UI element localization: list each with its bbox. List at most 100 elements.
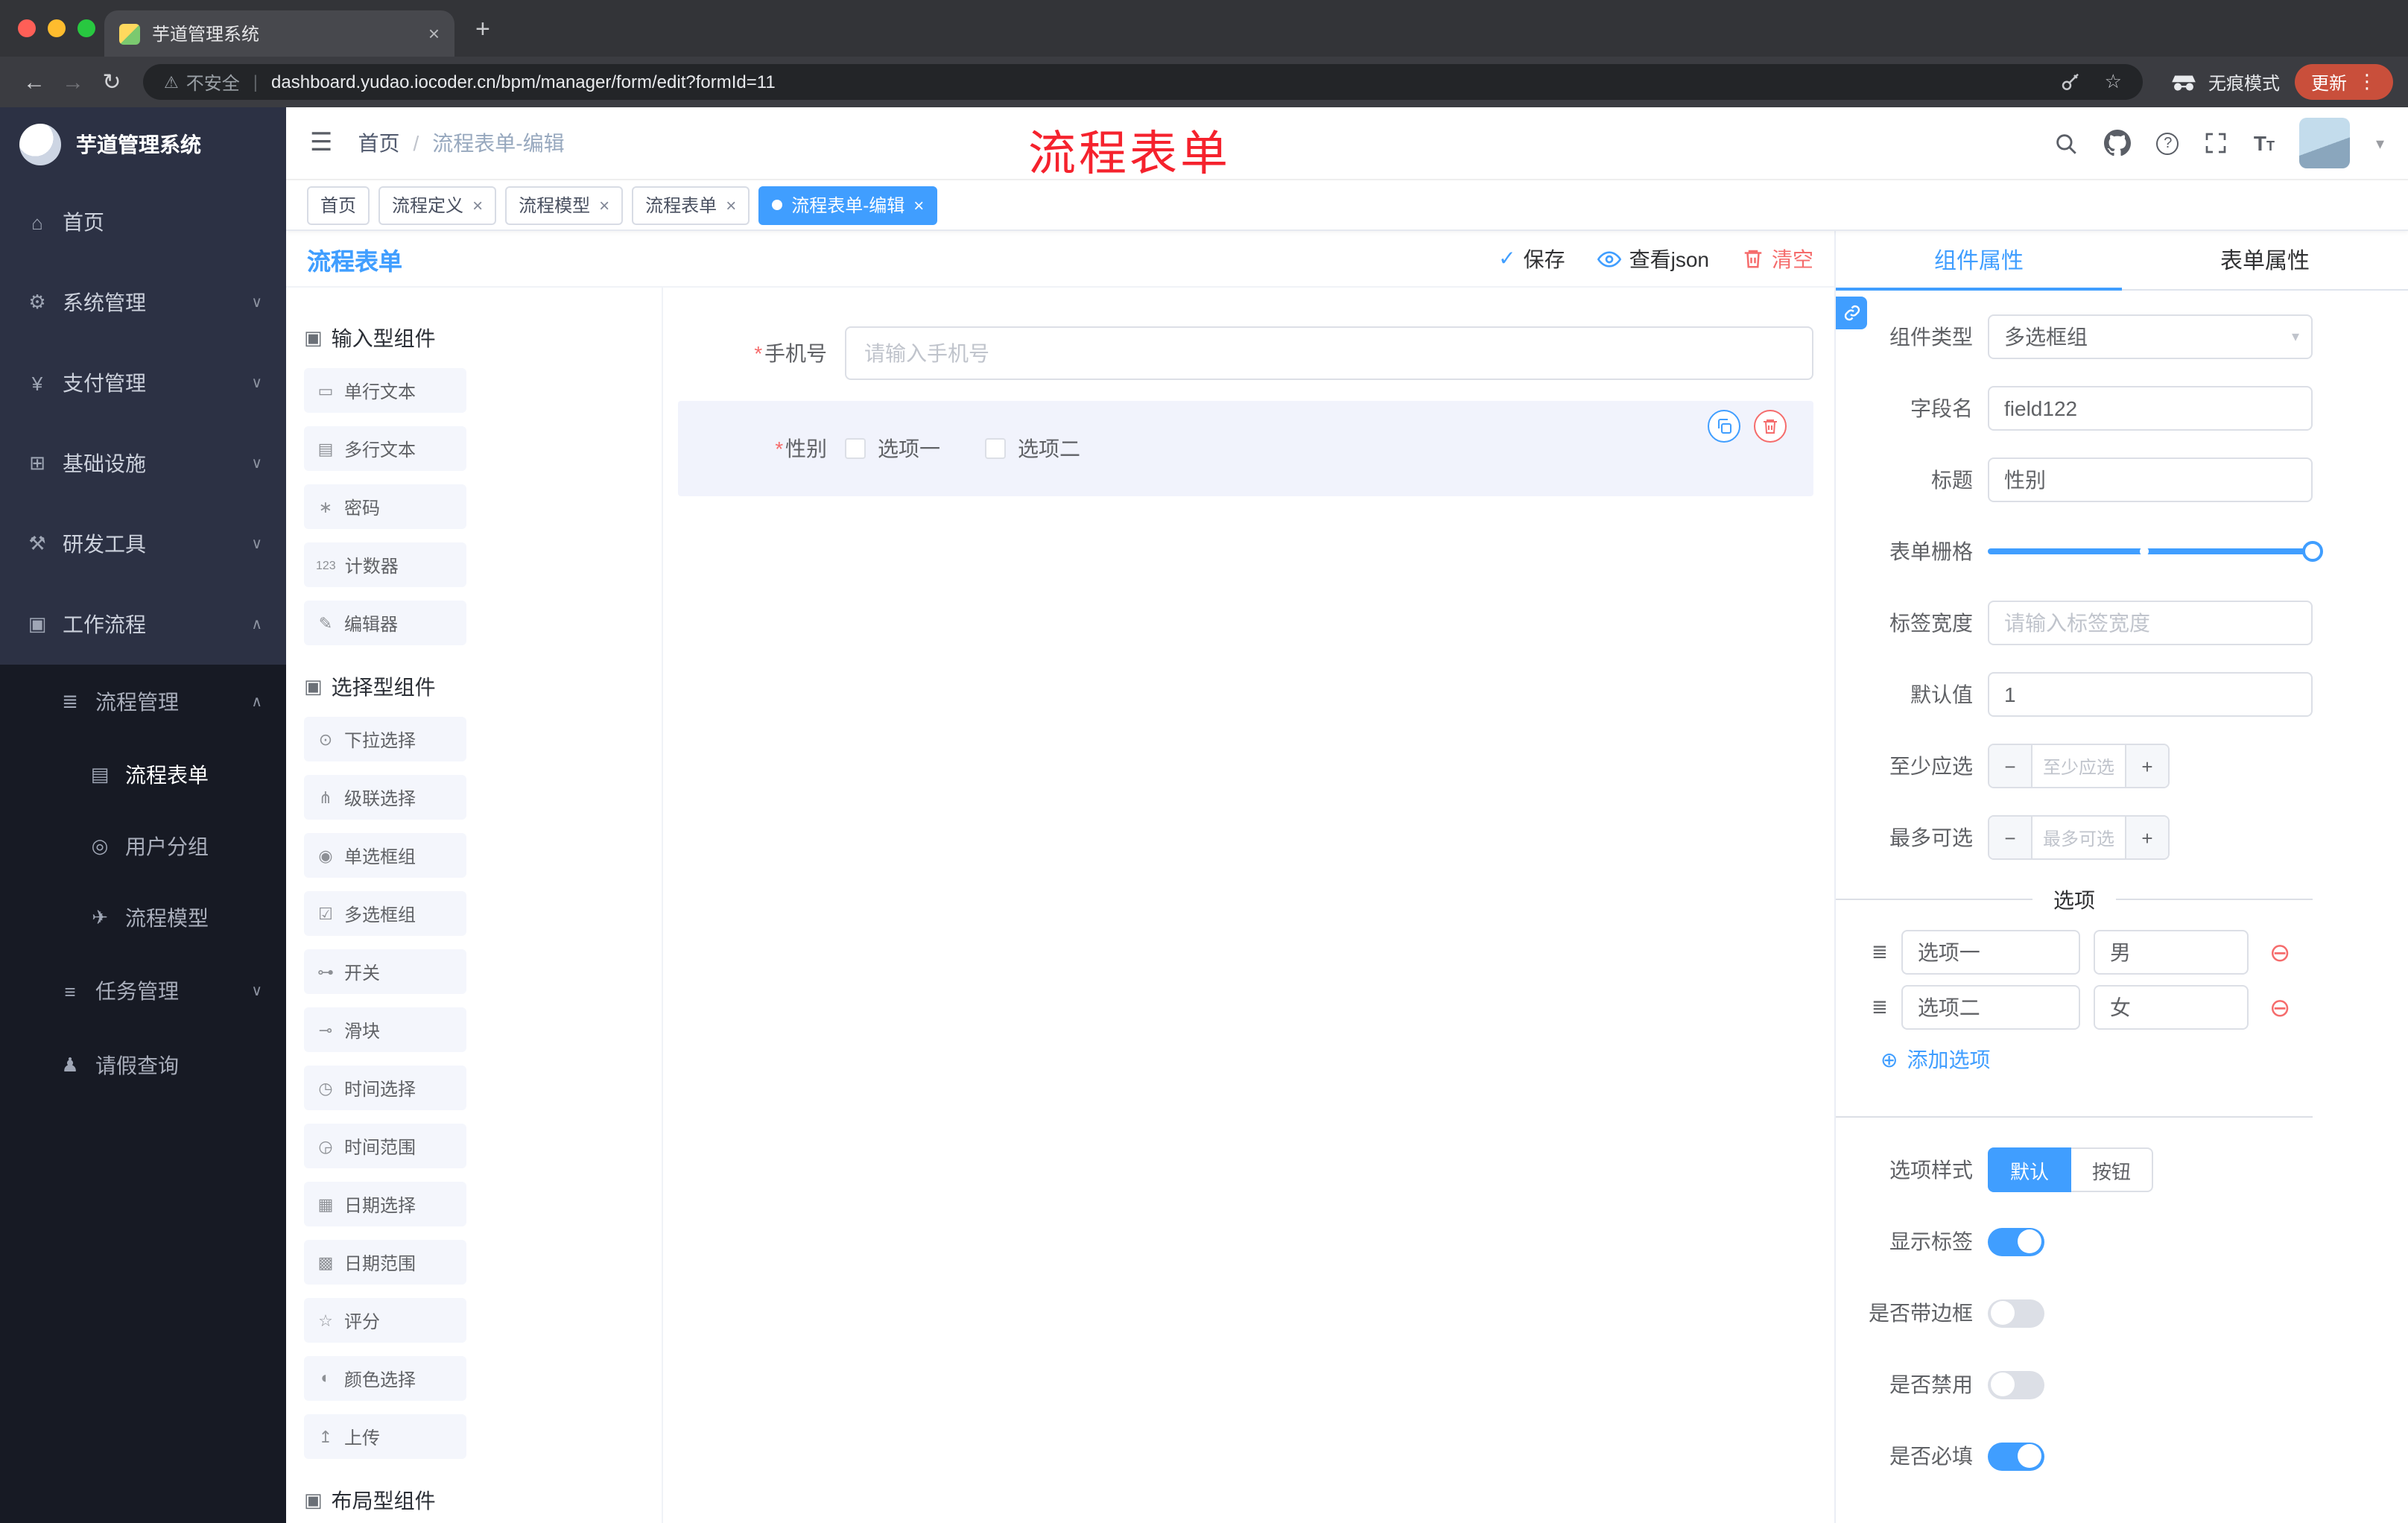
palette-item-upload[interactable]: ↥ 上传 bbox=[304, 1414, 466, 1459]
show-label-toggle[interactable] bbox=[1988, 1227, 2044, 1256]
sidebar-item-workflow[interactable]: ▣ 工作流程 ∧ bbox=[0, 584, 286, 665]
gender-option1-checkbox[interactable]: 选项一 bbox=[845, 434, 940, 463]
github-icon[interactable] bbox=[2104, 130, 2132, 156]
sidebar-item-process-mgmt[interactable]: ≣ 流程管理 ∧ bbox=[0, 665, 286, 739]
canvas-field-gender-selected[interactable]: * 性别 选项一 选项二 bbox=[678, 401, 1813, 496]
user-avatar[interactable] bbox=[2299, 118, 2351, 168]
menu-dots-icon[interactable]: ⋮ bbox=[2357, 70, 2377, 94]
palette-item-switch[interactable]: ⊶ 开关 bbox=[304, 949, 466, 994]
required-toggle[interactable] bbox=[1988, 1442, 2044, 1470]
save-button[interactable]: ✓ 保存 bbox=[1498, 244, 1565, 273]
palette-item-date-range[interactable]: ▩ 日期范围 bbox=[304, 1240, 466, 1285]
tag-close-icon[interactable]: × bbox=[726, 194, 736, 215]
phone-input[interactable] bbox=[845, 326, 1813, 380]
palette-item-rate[interactable]: ☆ 评分 bbox=[304, 1298, 466, 1343]
palette-item-single-text[interactable]: ▭ 单行文本 bbox=[304, 368, 466, 413]
palette-item-cascader[interactable]: ⋔ 级联选择 bbox=[304, 775, 466, 820]
copy-field-button[interactable] bbox=[1708, 410, 1740, 443]
delete-field-button[interactable] bbox=[1754, 410, 1787, 443]
help-icon[interactable]: ? bbox=[2156, 132, 2179, 154]
palette-item-time-range[interactable]: ◶ 时间范围 bbox=[304, 1124, 466, 1168]
minus-button[interactable]: − bbox=[1989, 745, 2031, 787]
sidebar-item-process-form[interactable]: ▤ 流程表单 bbox=[0, 739, 286, 811]
sidebar-item-user-groups[interactable]: ◎ 用户分组 bbox=[0, 811, 286, 882]
reload-button[interactable]: ↻ bbox=[92, 69, 131, 95]
style-default-button[interactable]: 默认 bbox=[1988, 1147, 2072, 1192]
tab-close-icon[interactable]: × bbox=[428, 22, 440, 45]
tag-home[interactable]: 首页 bbox=[307, 186, 370, 224]
disabled-toggle[interactable] bbox=[1988, 1370, 2044, 1399]
tag-close-icon[interactable]: × bbox=[599, 194, 609, 215]
component-type-select[interactable]: 多选框组 ▾ bbox=[1988, 314, 2313, 359]
update-button[interactable]: 更新 ⋮ bbox=[2294, 64, 2393, 100]
default-value-input[interactable] bbox=[1988, 672, 2313, 717]
palette-item-select[interactable]: ⊙ 下拉选择 bbox=[304, 717, 466, 762]
tab-form-props[interactable]: 表单属性 bbox=[2122, 231, 2408, 289]
option-label-input[interactable] bbox=[1901, 930, 2080, 975]
drag-handle-icon[interactable]: ≣ bbox=[1872, 940, 1888, 964]
sidebar-item-devtools[interactable]: ⚒ 研发工具 ∨ bbox=[0, 504, 286, 584]
title-input[interactable] bbox=[1988, 457, 2313, 502]
plus-button[interactable]: + bbox=[2126, 817, 2168, 858]
address-bar[interactable]: ⚠ 不安全 | dashboard.yudao.iocoder.cn/bpm/m… bbox=[143, 64, 2143, 100]
new-tab-button[interactable]: + bbox=[475, 15, 490, 45]
add-option-button[interactable]: ⊕ 添加选项 bbox=[1836, 1045, 2313, 1074]
option-value-input[interactable] bbox=[2093, 985, 2249, 1030]
tag-close-icon[interactable]: × bbox=[472, 194, 483, 215]
gender-option2-checkbox[interactable]: 选项二 bbox=[985, 434, 1080, 463]
tag-process-form[interactable]: 流程表单 × bbox=[632, 186, 750, 224]
bookmark-star-icon[interactable]: ☆ bbox=[2105, 70, 2122, 94]
drag-handle-icon[interactable]: ≣ bbox=[1872, 995, 1888, 1019]
sidebar-item-leave-query[interactable]: ♟ 请假查询 bbox=[0, 1028, 286, 1103]
avatar-caret-icon[interactable]: ▾ bbox=[2376, 133, 2384, 153]
palette-item-counter[interactable]: 123 计数器 bbox=[304, 542, 466, 587]
sidebar-item-infra[interactable]: ⊞ 基础设施 ∨ bbox=[0, 423, 286, 504]
palette-item-multi-text[interactable]: ▤ 多行文本 bbox=[304, 426, 466, 471]
option-value-input[interactable] bbox=[2093, 930, 2249, 975]
remove-option-icon[interactable]: ⊖ bbox=[2269, 940, 2291, 965]
macos-close-button[interactable] bbox=[18, 19, 36, 37]
browser-tab[interactable]: 芋道管理系统 × bbox=[104, 10, 454, 57]
tab-component-props[interactable]: 组件属性 bbox=[1836, 231, 2122, 291]
grid-slider[interactable] bbox=[1988, 529, 2323, 574]
palette-item-editor[interactable]: ✎ 编辑器 bbox=[304, 601, 466, 645]
password-key-icon[interactable] bbox=[2060, 71, 2082, 93]
palette-item-color-picker[interactable]: ◐ 颜色选择 bbox=[304, 1356, 466, 1401]
sidebar-item-home[interactable]: ⌂ 首页 bbox=[0, 182, 286, 262]
border-toggle[interactable] bbox=[1988, 1299, 2044, 1327]
link-tag-button[interactable] bbox=[1836, 297, 1867, 329]
tag-process-model[interactable]: 流程模型 × bbox=[505, 186, 624, 224]
app-logo[interactable]: 芋道管理系统 bbox=[0, 107, 286, 182]
canvas-field-phone[interactable]: * 手机号 bbox=[678, 326, 1813, 380]
font-size-icon[interactable]: TT bbox=[2254, 131, 2275, 155]
breadcrumb-home[interactable]: 首页 bbox=[358, 128, 400, 158]
sidebar-item-payment[interactable]: ¥ 支付管理 ∨ bbox=[0, 343, 286, 423]
sidebar-item-system[interactable]: ⚙ 系统管理 ∨ bbox=[0, 262, 286, 343]
palette-item-radio-group[interactable]: ◉ 单选框组 bbox=[304, 833, 466, 878]
security-indicator[interactable]: ⚠ 不安全 bbox=[164, 69, 240, 95]
view-json-button[interactable]: 查看json bbox=[1597, 244, 1709, 273]
forward-button[interactable]: → bbox=[54, 69, 92, 95]
field-name-input[interactable] bbox=[1988, 386, 2313, 431]
sidebar-item-task-mgmt[interactable]: ≡ 任务管理 ∨ bbox=[0, 954, 286, 1028]
plus-button[interactable]: + bbox=[2126, 745, 2168, 787]
palette-item-time-picker[interactable]: ◷ 时间选择 bbox=[304, 1066, 466, 1110]
palette-item-checkbox-group[interactable]: ☑ 多选框组 bbox=[304, 891, 466, 936]
tag-process-form-edit[interactable]: 流程表单-编辑 × bbox=[758, 186, 938, 224]
max-select-stepper[interactable]: − 最多可选 + bbox=[1988, 815, 2170, 860]
slider-handle[interactable] bbox=[2302, 541, 2323, 562]
sidebar-item-process-model[interactable]: ✈ 流程模型 bbox=[0, 882, 286, 954]
clear-button[interactable]: 清空 bbox=[1742, 244, 1813, 273]
palette-item-password[interactable]: ∗ 密码 bbox=[304, 484, 466, 529]
macos-minimize-button[interactable] bbox=[48, 19, 66, 37]
style-button-button[interactable]: 按钮 bbox=[2071, 1147, 2154, 1192]
label-width-input[interactable] bbox=[1988, 601, 2313, 645]
palette-item-date-picker[interactable]: ▦ 日期选择 bbox=[304, 1182, 466, 1226]
fullscreen-icon[interactable] bbox=[2205, 131, 2228, 155]
palette-item-slider[interactable]: ⊸ 滑块 bbox=[304, 1007, 466, 1052]
minus-button[interactable]: − bbox=[1989, 817, 2031, 858]
menu-fold-icon[interactable]: ☰ bbox=[310, 128, 333, 158]
search-icon[interactable] bbox=[2054, 130, 2079, 156]
min-select-stepper[interactable]: − 至少应选 + bbox=[1988, 744, 2170, 788]
form-canvas[interactable]: * 手机号 请输入手机号 * 性别 选项一 选项二 bbox=[663, 288, 1834, 1523]
